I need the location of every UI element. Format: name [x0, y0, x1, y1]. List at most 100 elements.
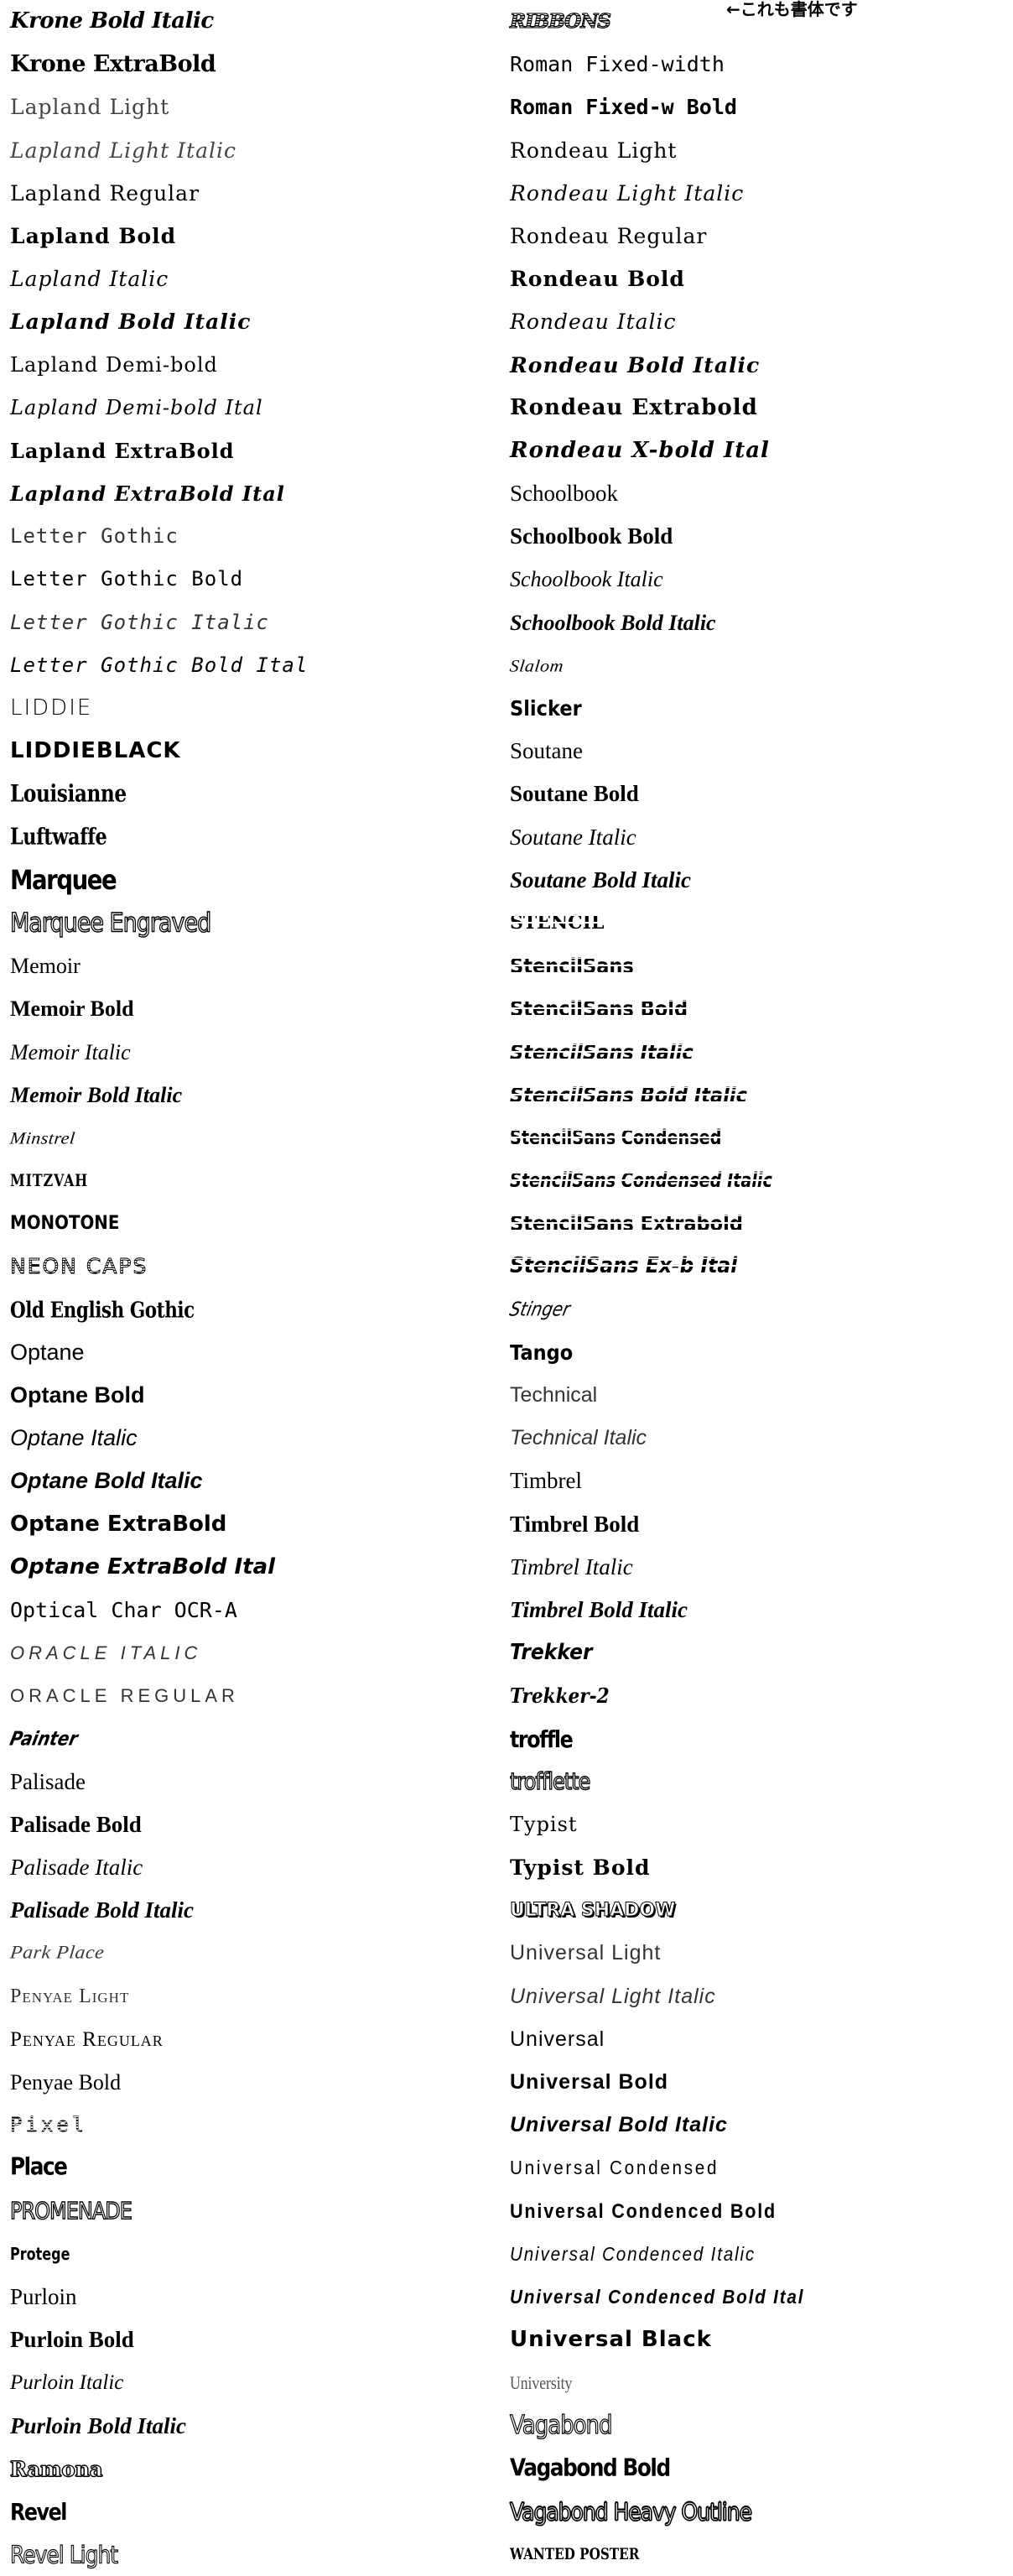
left-specimen-column: Krone Bold Italic Krone ExtraBold Laplan…	[3, 0, 506, 2576]
specimen-universal-condenced-bold: Universal Condenced Bold	[510, 2199, 777, 2223]
specimen-trekker: Trekker	[510, 1640, 593, 1666]
specimen-timbrel: Timbrel	[510, 1468, 583, 1494]
specimen-soutane: Soutane	[510, 738, 583, 764]
list-item: Place	[3, 2147, 506, 2189]
specimen-stencilsans-bold: StencilSans Bold	[510, 987, 688, 1030]
list-item: LIDDIEBLACK	[3, 730, 506, 773]
specimen-schoolbook: Schoolbook	[510, 481, 619, 507]
specimen-lapland-light: Lapland Light	[10, 95, 170, 120]
specimen-lapland-bold-italic: Lapland Bold Italic	[10, 310, 252, 335]
list-item: Optane ExtraBold Ital	[3, 1546, 506, 1589]
list-item: Roman Fixed-width	[503, 43, 1006, 86]
specimen-lapland-demibold: Lapland Demi-bold	[10, 352, 218, 377]
list-item: WANTED POSTER	[503, 2533, 1006, 2576]
list-item: Lapland Demi-bold Ital	[3, 387, 506, 429]
specimen-marquee-engraved: Marquee Engraved	[9, 902, 211, 945]
list-item: StencilSans Condensed	[503, 1116, 1006, 1159]
specimen-lapland-extrabold-ital: Lapland ExtraBold Ital	[10, 481, 285, 507]
specimen-timbrel-bold: Timbrel Bold	[510, 1511, 640, 1537]
list-item: Park Place	[3, 1932, 506, 1975]
list-item: Soutane Bold	[503, 773, 1006, 815]
specimen-pixel: Pixel	[10, 2104, 87, 2147]
specimen-tango: Tango	[510, 1340, 574, 1365]
specimen-optane-italic: Optane Italic	[10, 1425, 138, 1451]
specimen-vagabond-bold: Vagabond Bold	[510, 2454, 671, 2483]
list-item: Lapland Regular	[3, 172, 506, 215]
list-item: Penyae Regular	[3, 2018, 506, 2061]
specimen-rondeau-regular: Rondeau Regular	[510, 223, 708, 248]
list-item: Rondeau Regular	[503, 215, 1006, 258]
list-item: Krone Bold Italic	[3, 0, 506, 43]
list-item: STENCIL	[503, 902, 1006, 945]
list-item: Universal	[503, 2018, 1006, 2061]
specimen-optane-bold: Optane Bold	[10, 1382, 145, 1408]
specimen-technical-italic: Technical Italic	[510, 1426, 647, 1450]
specimen-rondeau-light: Rondeau Light	[510, 138, 678, 163]
list-item: Universal Condenced Italic	[503, 2233, 1006, 2276]
list-item: StencilSans Ex-b Ital	[503, 1245, 1006, 1288]
list-item: Optane	[3, 1331, 506, 1374]
list-item: PROMENADE	[3, 2190, 506, 2233]
specimen-old-english-gothic: Old English Gothic	[10, 1296, 195, 1323]
list-item: Universal Light	[503, 1932, 1006, 1975]
list-item: Schoolbook Italic	[503, 558, 1006, 601]
specimen-troffle: troffle	[510, 1725, 574, 1752]
specimen-letter-gothic-bold-ital: Letter Gothic Bold Ital	[10, 653, 309, 677]
specimen-rondeau-bold: Rondeau Bold	[510, 267, 685, 292]
list-item: Lapland Italic	[3, 258, 506, 300]
specimen-ribbons: RIBBONS	[509, 0, 611, 43]
specimen-vagabond: Vagabond	[509, 2411, 613, 2441]
specimen-wanted-poster: WANTED POSTER	[510, 2545, 640, 2564]
specimen-soutane-italic: Soutane Italic	[510, 824, 636, 850]
specimen-stencilsans: StencilSans	[510, 945, 634, 987]
list-item: StencilSans	[503, 945, 1006, 987]
specimen-revel: Revel	[10, 2498, 67, 2526]
specimen-penyae-light: Penyae Light	[10, 1985, 130, 2007]
specimen-rondeau-light-italic: Rondeau Light Italic	[510, 180, 745, 206]
list-item: Optane Bold Italic	[3, 1460, 506, 1502]
list-item: Pixel	[3, 2104, 506, 2147]
specimen-memoir-bold: Memoir Bold	[10, 997, 134, 1022]
list-item: Schoolbook Bold	[503, 515, 1006, 558]
list-item: Painter	[3, 1718, 506, 1761]
list-item: Timbrel Bold	[503, 1503, 1006, 1546]
list-item: Lapland Light Italic	[3, 129, 506, 172]
specimen-soutane-bold: Soutane Bold	[510, 781, 639, 807]
list-item: Vagabond Bold	[503, 2448, 1006, 2490]
list-item: University	[503, 2361, 1006, 2404]
specimen-place: Place	[10, 2153, 68, 2182]
specimen-palisade-bold: Palisade Bold	[10, 1811, 142, 1837]
specimen-schoolbook-bold-italic: Schoolbook Bold Italic	[510, 610, 716, 635]
list-item: Soutane	[503, 730, 1006, 773]
list-item: Universal Light Italic	[503, 1975, 1006, 2018]
list-item: StencilSans Condensed Italic	[503, 1159, 1006, 1202]
list-item: Marquee	[3, 859, 506, 902]
specimen-technical: Technical	[510, 1383, 598, 1407]
specimen-lapland-light-italic: Lapland Light Italic	[10, 138, 236, 163]
specimen-stencilsans-ex-b-ital: StencilSans Ex-b Ital	[510, 1245, 737, 1288]
list-item: Marquee Engraved	[3, 902, 506, 945]
specimen-optane-bold-italic: Optane Bold Italic	[10, 1468, 203, 1494]
list-item: Rondeau Extrabold	[503, 387, 1006, 429]
list-item: Vagabond Heavy Outline	[503, 2490, 1006, 2533]
list-item: Memoir Bold Italic	[3, 1074, 506, 1116]
specimen-optane-extrabold-ital: Optane ExtraBold Ital	[10, 1553, 276, 1579]
list-item: Ramona	[3, 2448, 506, 2490]
list-item: Universal Bold	[503, 2061, 1006, 2104]
list-item: Rondeau Italic	[503, 300, 1006, 343]
list-item: Universal Condenced Bold	[503, 2190, 1006, 2233]
specimen-oracle-italic: ORACLE ITALIC	[10, 1642, 202, 1664]
font-specimen-page: Krone Bold Italic Krone ExtraBold Laplan…	[0, 0, 1013, 2576]
list-item: Technical	[503, 1374, 1006, 1417]
list-item: Tango	[503, 1331, 1006, 1374]
list-item: Timbrel	[503, 1460, 1006, 1502]
list-item: Old English Gothic	[3, 1288, 506, 1331]
specimen-vagabond-heavy-outline: Vagabond Heavy Outline	[509, 2497, 752, 2527]
specimen-ramona: Ramona	[9, 2456, 103, 2481]
list-item: StencilSans Bold	[503, 987, 1006, 1030]
list-item: Minstrel	[3, 1116, 506, 1159]
list-item: Timbrel Bold Italic	[503, 1589, 1006, 1631]
specimen-optical-char-ocr-a: Optical Char OCR-A	[10, 1597, 237, 1622]
specimen-universal-condensed: Universal Condensed	[510, 2157, 719, 2179]
list-item: troffle	[503, 1718, 1006, 1761]
